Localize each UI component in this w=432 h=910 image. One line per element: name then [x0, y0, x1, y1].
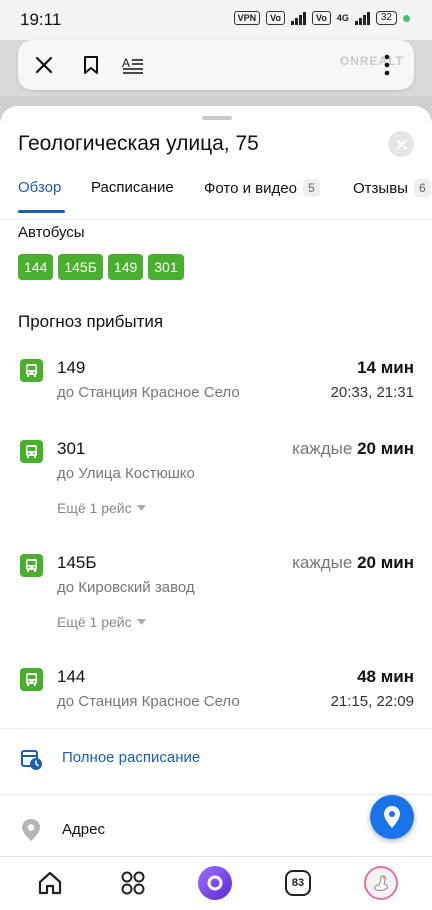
- arrival-prefix: каждые: [292, 553, 353, 572]
- bus-icon: [20, 668, 43, 691]
- top-toolbar: A ONREALT: [18, 40, 414, 90]
- bottom-nav: 83: [0, 856, 432, 910]
- more-trips-label: Ещё 1 рейс: [57, 614, 132, 630]
- network-type: 4G: [336, 13, 349, 23]
- arrival-minutes: 14 мин: [357, 358, 414, 377]
- home-icon[interactable]: [32, 865, 68, 901]
- location-pin-icon: [22, 819, 40, 841]
- tab-label: Обзор: [18, 179, 62, 196]
- bus-icon: [20, 440, 43, 463]
- tab-schedule[interactable]: Расписание: [91, 179, 174, 196]
- close-icon: [396, 139, 406, 149]
- bus-icon: [20, 554, 43, 577]
- full-schedule-link[interactable]: Полное расписание: [62, 749, 200, 766]
- route-row[interactable]: 144 до Станция Красное Село 48 мин 21:15…: [0, 666, 432, 726]
- signal-icon-2: [354, 11, 370, 25]
- route-number: 145Б: [57, 553, 97, 572]
- bus-chips: 144 145Б 149 301: [18, 254, 184, 280]
- battery-indicator: 32: [375, 11, 397, 25]
- departure-times: 20:33, 21:31: [330, 384, 414, 401]
- close-sheet-button[interactable]: [388, 131, 414, 157]
- bus-icon: [20, 359, 43, 382]
- arrival-time: каждые 20 мин: [292, 439, 414, 459]
- signal-icon: [291, 11, 307, 25]
- bus-chip[interactable]: 149: [107, 254, 144, 280]
- tab-bar: Обзор Расписание Фото и видео 5 Отзывы 6: [0, 174, 432, 220]
- volte-icon: Vo: [266, 11, 286, 25]
- chevron-down-icon: [136, 619, 146, 625]
- tab-reviews[interactable]: Отзывы 6: [353, 179, 431, 197]
- tabs-count-button[interactable]: 83: [280, 865, 316, 901]
- route-number: 144: [57, 667, 86, 686]
- active-tab-indicator: [18, 210, 65, 213]
- location-pin-icon: [384, 806, 400, 828]
- arrival-prefix: каждые: [292, 439, 353, 458]
- svg-text:A: A: [122, 56, 130, 70]
- reader-mode-icon[interactable]: A: [118, 50, 148, 80]
- more-trips-toggle[interactable]: Ещё 1 рейс: [57, 614, 146, 630]
- status-time: 19:11: [20, 10, 62, 29]
- buses-label: Автобусы: [18, 224, 85, 241]
- arrival-time: 48 мин: [357, 667, 414, 687]
- profile-avatar[interactable]: [363, 865, 399, 901]
- status-indicators: VPN Vo Vo 4G 32: [233, 11, 410, 25]
- stop-title: Геологическая улица, 75: [18, 132, 259, 155]
- chevron-down-icon: [136, 505, 146, 511]
- arrival-minutes: 20 мин: [357, 553, 414, 572]
- bus-chip[interactable]: 145Б: [58, 254, 103, 280]
- more-trips-label: Ещё 1 рейс: [57, 500, 132, 516]
- calendar-clock-icon: [21, 750, 42, 770]
- bus-chip[interactable]: 301: [148, 254, 184, 280]
- tab-overview[interactable]: Обзор: [18, 179, 61, 196]
- more-menu-icon[interactable]: [372, 50, 402, 80]
- tabs-count: 83: [285, 870, 311, 896]
- tab-badge: 6: [413, 179, 431, 197]
- stop-info-sheet: Геологическая улица, 75 Обзор Расписание…: [0, 106, 432, 866]
- bus-chip[interactable]: 144: [18, 254, 54, 280]
- address-label: Адрес: [62, 821, 105, 838]
- forecast-title: Прогноз прибытия: [18, 312, 164, 331]
- alice-assistant-button[interactable]: [197, 865, 233, 901]
- route-number: 301: [57, 439, 86, 458]
- goose-icon: [374, 875, 388, 891]
- tab-badge: 5: [302, 179, 320, 197]
- route-destination: до Станция Красное Село: [57, 693, 240, 710]
- tab-label: Отзывы: [353, 179, 408, 197]
- route-number: 149: [57, 358, 86, 377]
- arrival-time: 14 мин: [357, 358, 414, 378]
- arrival-minutes: 48 мин: [357, 667, 414, 686]
- route-destination: до Улица Костюшко: [57, 465, 195, 482]
- avatar: [364, 866, 398, 900]
- route-destination: до Станция Красное Село: [57, 384, 240, 401]
- status-bar: 19:11 VPN Vo Vo 4G 32: [0, 0, 432, 40]
- departure-times: 21:15, 22:09: [330, 693, 414, 710]
- divider: [0, 794, 432, 795]
- volte-icon-2: Vo: [312, 11, 331, 25]
- route-row[interactable]: 145Б до Кировский завод каждые 20 мин Ещ…: [0, 552, 432, 637]
- tab-label: Фото и видео: [204, 179, 297, 197]
- services-grid-icon[interactable]: [115, 865, 151, 901]
- tab-photos[interactable]: Фото и видео 5: [204, 179, 320, 197]
- arrival-time: каждые 20 мин: [292, 553, 414, 573]
- tab-label: Расписание: [91, 179, 174, 196]
- vpn-indicator: VPN: [233, 11, 261, 25]
- route-fab-button[interactable]: [370, 795, 414, 839]
- route-row[interactable]: 301 до Улица Костюшко каждые 20 мин Ещё …: [0, 438, 432, 523]
- divider: [0, 728, 432, 729]
- privacy-dot-icon: [403, 14, 410, 22]
- close-icon[interactable]: [29, 50, 59, 80]
- arrival-minutes: 20 мин: [357, 439, 414, 458]
- alice-icon: [198, 866, 232, 900]
- more-trips-toggle[interactable]: Ещё 1 рейс: [57, 500, 146, 516]
- route-row[interactable]: 149 до Станция Красное Село 14 мин 20:33…: [0, 357, 432, 417]
- drag-handle[interactable]: [202, 116, 232, 120]
- route-destination: до Кировский завод: [57, 579, 195, 596]
- bookmark-icon[interactable]: [76, 50, 106, 80]
